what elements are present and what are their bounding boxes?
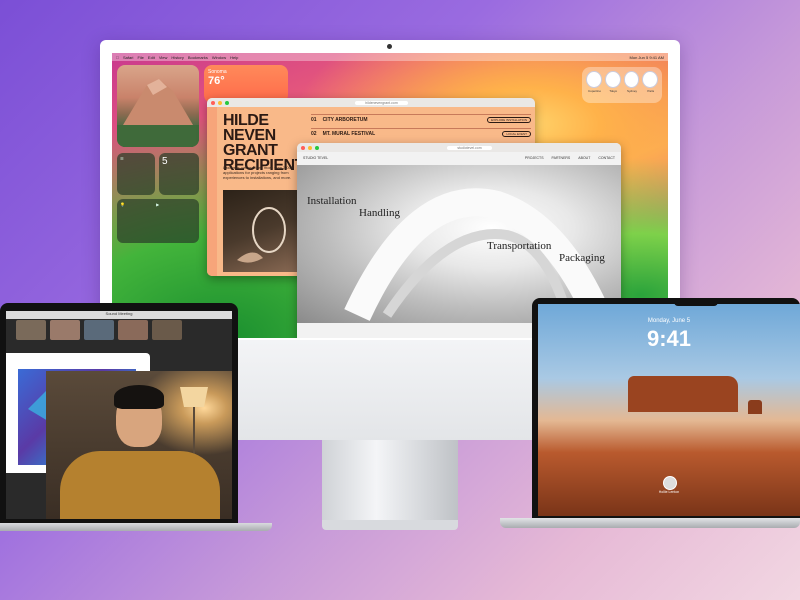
laptop-base (500, 518, 800, 528)
imac-bezel:  Safari File Edit View History Bookmark… (100, 40, 680, 340)
weather-temperature: 76° (208, 75, 225, 87)
browser-toolbar: hildenevengrant.com (207, 98, 535, 107)
site-brand[interactable]: STUDIO TEVEL (303, 156, 328, 160)
hero-word: Packaging (559, 252, 605, 264)
zoom-button[interactable] (315, 145, 319, 150)
clock-face: Paris (642, 71, 658, 93)
person-shirt (60, 451, 220, 519)
reminders-widget[interactable]: ☰ (117, 153, 155, 195)
right-laptop: Monday, June 5 9:41 Hollie Lenton (500, 298, 800, 534)
menu-item-window[interactable]: Window (212, 55, 226, 60)
address-bar[interactable]: studiotevel.com (447, 145, 492, 150)
participant-tile[interactable] (152, 320, 182, 340)
laptop-bezel: Sound Meeting (0, 303, 238, 525)
site-nav: STUDIO TEVEL PROJECTS PARTNERS ABOUT CON… (297, 152, 621, 164)
event-row[interactable]: 02 MT. MURAL FESTIVAL LOCAL EVENT (311, 128, 531, 139)
menu-item-file[interactable]: File (137, 55, 143, 60)
imac-stand-foot (322, 520, 458, 530)
minimize-button[interactable] (308, 145, 312, 150)
event-number: 02 (311, 131, 317, 137)
butte-rock (628, 376, 738, 412)
facetime-screen: Sound Meeting (6, 311, 232, 519)
lock-screen-date: Monday, June 5 (647, 318, 691, 324)
camera-notch (674, 298, 718, 306)
sculpture-shape (237, 207, 286, 263)
menu-item-edit[interactable]: Edit (148, 55, 155, 60)
speaker-video (46, 371, 232, 519)
zoom-button[interactable] (225, 100, 229, 105)
laptop-base (0, 523, 272, 531)
clock-face: Cupertino (586, 71, 602, 93)
lightbulb-icon: 💡 (120, 202, 125, 207)
event-tag-button[interactable]: EXPLORE INSTALLATION (487, 117, 531, 123)
nav-contact[interactable]: CONTACT (598, 156, 615, 160)
user-avatar[interactable] (663, 476, 677, 490)
lock-screen-time: 9:41 (646, 326, 692, 351)
participant-tile[interactable] (118, 320, 148, 340)
nav-about[interactable]: ABOUT (578, 156, 590, 160)
browser-toolbar: studiotevel.com (297, 143, 621, 152)
clock-city: Paris (647, 89, 655, 93)
person-hair (114, 385, 164, 409)
event-row[interactable]: 01 CITY ARBORETUM EXPLORE INSTALLATION (311, 114, 531, 125)
user-name[interactable]: Hollie Lenton (538, 490, 800, 494)
close-button[interactable] (211, 100, 215, 105)
address-bar[interactable]: hildenevengrant.com (355, 100, 408, 105)
play-icon: ▶ (156, 202, 160, 207)
participant-tile[interactable] (84, 320, 114, 340)
world-clock-widget[interactable]: Cupertino Tokyo Sydney Paris (582, 67, 662, 103)
nav-projects[interactable]: PROJECTS (525, 156, 544, 160)
participant-tile[interactable] (50, 320, 80, 340)
nav-partners[interactable]: PARTNERS (552, 156, 571, 160)
minimize-button[interactable] (218, 100, 222, 105)
camera (387, 44, 392, 49)
menu-item-help[interactable]: Help (230, 55, 238, 60)
hero-word: Installation (307, 195, 357, 207)
lock-screen: Monday, June 5 9:41 Hollie Lenton (538, 304, 800, 516)
event-name: CITY ARBORETUM (322, 117, 368, 123)
menu-item-view[interactable]: View (159, 55, 168, 60)
imac-desktop:  Safari File Edit View History Bookmark… (112, 53, 668, 338)
menu-bar:  Safari File Edit View History Bookmark… (112, 53, 668, 61)
event-tag-button[interactable]: LOCAL EVENT (502, 131, 531, 137)
participant-tile[interactable] (16, 320, 46, 340)
imac-stand (322, 440, 458, 526)
hero-word: Transportation (487, 240, 552, 252)
event-number: 01 (311, 117, 317, 123)
event-name: MT. MURAL FESTIVAL (322, 131, 376, 137)
facetime-title-bar: Sound Meeting (6, 311, 232, 319)
left-laptop: Sound Meeting (0, 303, 272, 533)
menubar-clock[interactable]: Mon Jun 5 9:41 AM (630, 55, 668, 60)
clock-face: Tokyo (604, 71, 621, 93)
calendar-widget[interactable]: 5 (159, 153, 199, 195)
poster-sidebar (207, 107, 217, 276)
menu-item-bookmarks[interactable]: Bookmarks (188, 55, 208, 60)
photo-widget[interactable] (117, 65, 199, 147)
rock-spire (748, 400, 762, 414)
clock-face: Sydney (623, 71, 640, 93)
list-icon: ☰ (120, 156, 124, 161)
menu-item-app[interactable]: Safari (123, 55, 133, 60)
hero-word: Handling (359, 207, 400, 219)
menu-item-history[interactable]: History (171, 55, 183, 60)
sculpture-image (223, 190, 303, 272)
apple-menu-icon[interactable]:  (116, 55, 119, 60)
poster-body-text: Last year, we received more than 3,000 a… (223, 165, 294, 180)
home-widget[interactable]: 💡 ▶ (117, 199, 199, 243)
mountain-photo (117, 79, 199, 147)
calendar-day: 5 (162, 156, 168, 167)
close-button[interactable] (301, 145, 305, 150)
